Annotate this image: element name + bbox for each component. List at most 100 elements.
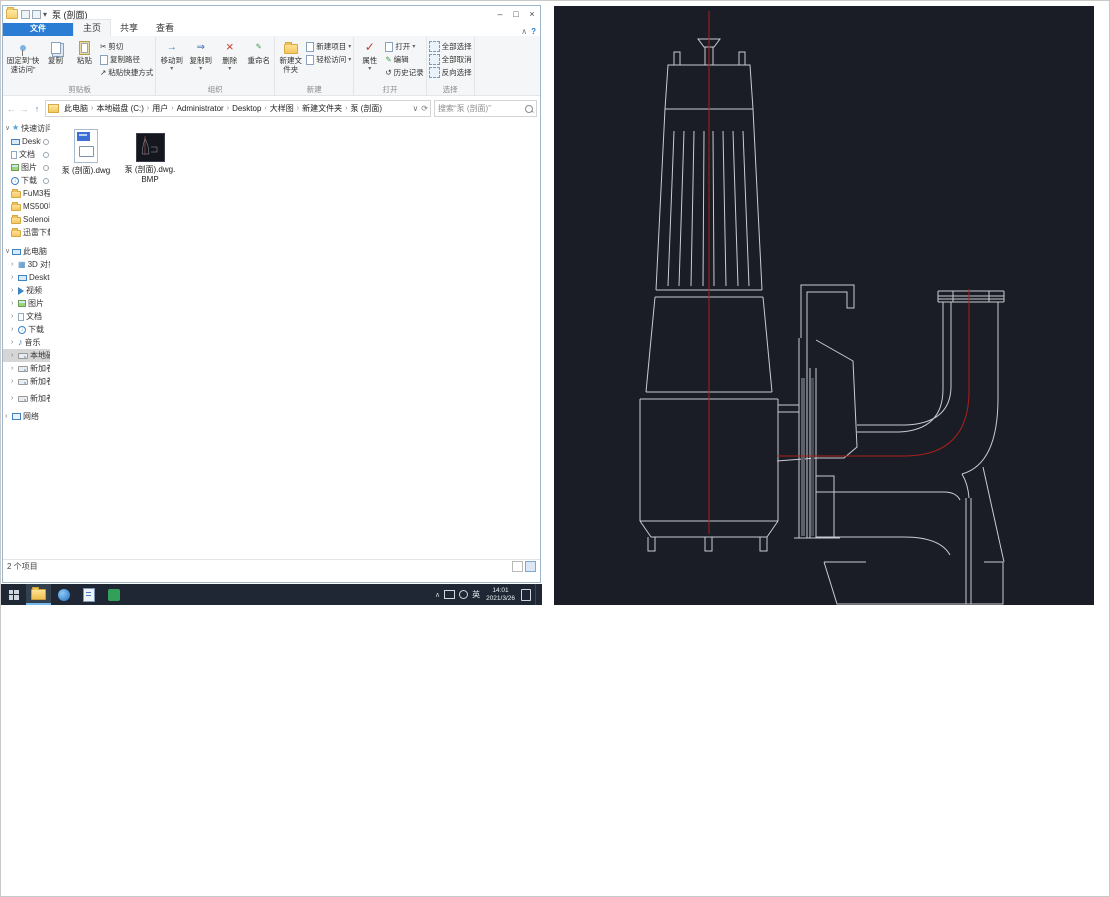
chevron-down-icon[interactable]: ∨ (5, 124, 10, 132)
volume-tray-icon[interactable] (459, 590, 469, 599)
sidebar-item-pictures[interactable]: 图片 (3, 161, 50, 174)
easy-access-button[interactable]: 轻松访问 ▾ (306, 54, 351, 65)
file-name: 泵 (剖面).dwg.BMP (124, 165, 176, 184)
refresh-icon[interactable]: ⟳ (421, 104, 428, 113)
address-dropdown-icon[interactable]: ∨ (412, 104, 418, 113)
sidebar-item-volume-e[interactable]: ›新加卷 (E:) (3, 375, 50, 388)
thumbnail-view-toggle[interactable] (525, 560, 536, 572)
edit-button[interactable]: ✎ 编辑 (385, 54, 423, 65)
display-tray-icon[interactable] (444, 590, 456, 599)
tab-view[interactable]: 查看 (147, 20, 183, 36)
address-bar[interactable]: 此电脑 › 本地磁盘 (C:) › 用户 › Administrator › Deskt… (45, 100, 431, 117)
taskbar-app-1[interactable] (51, 584, 76, 605)
open-button[interactable]: 打开 ▾ (385, 41, 423, 52)
sidebar-item-folder-solenoid[interactable]: Solenoid Valve阀 (3, 213, 50, 226)
sidebar-item-network[interactable]: › 网络 (3, 410, 50, 423)
breadcrumb-current[interactable]: 泵 (剖面) (348, 103, 384, 114)
pin-icon (43, 177, 49, 184)
back-button[interactable]: ← (6, 104, 16, 114)
sidebar-item-folder-fum3[interactable]: FuM3程式测试 (3, 187, 50, 200)
breadcrumb-drawings[interactable]: 大样图 (268, 103, 296, 114)
sidebar-item-pc-downloads[interactable]: › ↓ 下载 (3, 323, 50, 336)
paste-shortcut-button[interactable]: ↗ 粘贴快捷方式 (100, 67, 153, 78)
breadcrumb-this-pc[interactable]: 此电脑 (62, 103, 90, 114)
tray-expand-icon[interactable]: ∧ (435, 591, 440, 599)
pin-icon (43, 151, 49, 158)
sidebar-item-folder-ms500[interactable]: MS500程式测试 (3, 200, 50, 213)
sidebar-item-videos[interactable]: › 视频 (3, 284, 50, 297)
sidebar-item-volume-f[interactable]: ›新加卷 (F:) (3, 392, 50, 405)
forward-button[interactable]: → (19, 104, 29, 114)
copy-label: 复制 (48, 56, 63, 65)
sidebar-item-3d-objects[interactable]: ›▦3D 对象 (3, 258, 50, 271)
select-none-button[interactable]: 全部取消 (428, 54, 472, 65)
file-bmp[interactable]: 泵 (剖面).dwg.BMP (124, 129, 176, 184)
breadcrumb-administrator[interactable]: Administrator (175, 104, 226, 113)
taskbar-clock[interactable]: 14:01 2021/3/26 (484, 587, 517, 601)
file-explorer-icon (31, 587, 46, 600)
minimize-button[interactable]: – (492, 7, 508, 22)
quick-access-toolbar[interactable]: ▾ (21, 9, 47, 19)
ribbon-collapse-icon[interactable]: ∧ (521, 27, 527, 36)
ime-indicator[interactable]: 英 (472, 589, 480, 600)
details-view-toggle[interactable] (512, 560, 523, 572)
copy-to-button[interactable]: ⇒ 复制到 ▾ (187, 39, 214, 73)
notification-center-icon[interactable] (521, 588, 531, 601)
help-icon[interactable]: ? (531, 27, 536, 36)
qat-newfolder-icon[interactable] (32, 9, 41, 19)
copy-path-button[interactable]: 复制路径 (100, 54, 153, 65)
file-dwg[interactable]: 泵 (剖面).dwg (60, 129, 112, 176)
sidebar-item-documents[interactable]: 文档 (3, 148, 50, 161)
qat-customize-icon[interactable]: ▾ (43, 10, 47, 19)
taskbar-file-explorer[interactable] (26, 584, 51, 605)
pin-to-quick-access-button[interactable]: 固定到“快速访问” (6, 39, 40, 74)
invert-selection-icon (428, 67, 440, 78)
sidebar-item-pc-desktop[interactable]: ›Desktop (3, 271, 50, 284)
sidebar-item-desktop[interactable]: Desktop (3, 135, 50, 148)
invert-selection-button[interactable]: 反向选择 (428, 67, 472, 78)
select-all-button[interactable]: 全部选择 (428, 41, 472, 52)
chevron-down-icon[interactable]: ∨ (5, 247, 10, 255)
up-button[interactable]: ↑ (32, 104, 42, 114)
3d-objects-icon: ▦ (18, 259, 26, 269)
copy-icon (50, 41, 61, 54)
sidebar-item-downloads[interactable]: ↓ 下载 (3, 174, 50, 187)
start-button[interactable] (1, 584, 26, 605)
rename-button[interactable]: ✎ 重命名 (245, 39, 272, 66)
documents-icon (11, 150, 17, 159)
history-button[interactable]: ↺ 历史记录 (385, 67, 423, 78)
search-input[interactable]: 搜索“泵 (剖面)” (434, 100, 537, 117)
sidebar-item-pc-pictures[interactable]: › 图片 (3, 297, 50, 310)
move-to-button[interactable]: → 移动到 ▾ (158, 39, 185, 73)
properties-button[interactable]: ✓ 属性 ▾ (356, 39, 383, 73)
sidebar-section-this-pc[interactable]: ∨ 此电脑 (3, 244, 50, 258)
paste-button[interactable]: 粘贴 (71, 39, 98, 66)
breadcrumb-desktop[interactable]: Desktop (230, 104, 263, 113)
sidebar-item-volume-d[interactable]: ›新加卷 (D:) (3, 362, 50, 375)
taskbar-app-3[interactable] (101, 584, 126, 605)
ribbon-group-new: 新建文件夹 新建项目 ▾ 轻松访问 ▾ 新建 (275, 37, 355, 95)
new-folder-button[interactable]: 新建文件夹 (277, 39, 304, 74)
sidebar-item-local-disk-c[interactable]: ›本地磁盘 (C:) (3, 349, 50, 362)
tab-share[interactable]: 共享 (111, 20, 147, 36)
breadcrumb-new-folder[interactable]: 新建文件夹 (300, 103, 344, 114)
tab-home[interactable]: 主页 (73, 19, 112, 36)
sidebar-item-folder-thunder[interactable]: 迅雷下载 (3, 226, 50, 239)
sidebar-section-quick-access[interactable]: ∨ ★ 快速访问 (3, 121, 50, 135)
delete-button[interactable]: × 删除 ▾ (216, 39, 243, 73)
breadcrumb-users[interactable]: 用户 (150, 103, 170, 114)
tab-file[interactable]: 文件 (3, 23, 73, 36)
breadcrumb-local-disk-c[interactable]: 本地磁盘 (C:) (94, 103, 146, 114)
new-item-button[interactable]: 新建项目 ▾ (306, 41, 351, 52)
taskbar-app-2[interactable] (76, 584, 101, 605)
sidebar-item-pc-documents[interactable]: › 文档 (3, 310, 50, 323)
close-button[interactable]: × (524, 7, 540, 22)
sidebar-item-music[interactable]: › ♪ 音乐 (3, 336, 50, 349)
music-icon: ♪ (18, 337, 23, 347)
show-desktop-button[interactable] (535, 584, 539, 605)
qat-properties-icon[interactable] (21, 9, 30, 19)
copy-button[interactable]: 复制 (42, 39, 69, 66)
open-group-label: 打开 (382, 85, 398, 94)
maximize-button[interactable]: □ (508, 7, 524, 22)
cut-button[interactable]: ✂ 剪切 (100, 41, 153, 52)
